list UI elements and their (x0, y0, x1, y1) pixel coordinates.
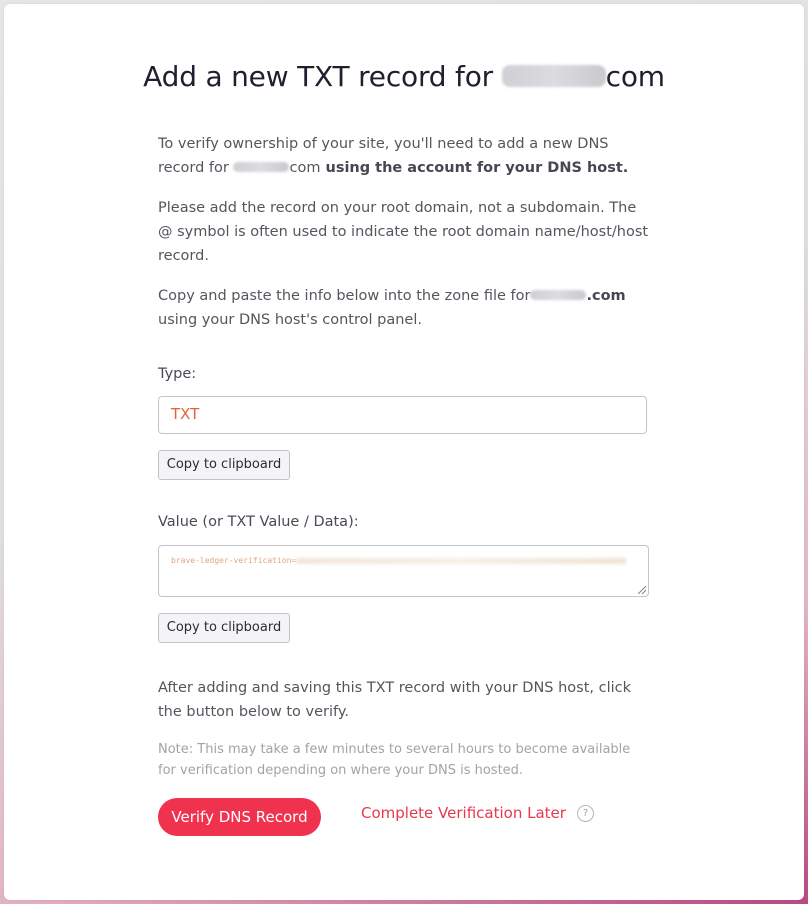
verify-dns-button[interactable]: Verify DNS Record (158, 798, 321, 836)
value-textarea[interactable]: brave-ledger-verification= (158, 545, 649, 597)
domain-suffix: com (289, 160, 321, 176)
domain-suffix: .com (586, 288, 626, 304)
type-field[interactable]: TXT (158, 396, 647, 434)
copy-type-button[interactable]: Copy to clipboard (158, 450, 290, 480)
control-panel-text: using your DNS host's control panel. (158, 312, 422, 328)
redacted-domain (233, 162, 290, 172)
question-circle-icon[interactable]: ? (577, 805, 594, 822)
timing-note: Note: This may take a few minutes to sev… (158, 742, 631, 778)
type-label: Type: (158, 366, 197, 382)
redacted-domain (530, 290, 587, 300)
zone-file-text: Copy and paste the info below into the z… (158, 288, 531, 304)
root-domain-text: Please add the record on your root domai… (158, 200, 649, 264)
copy-value-button[interactable]: Copy to clipboard (158, 613, 290, 643)
intro-bold-text: using the account for your DNS host. (320, 160, 629, 176)
value-label: Value (or TXT Value / Data): (158, 514, 359, 530)
redacted-token (296, 557, 627, 564)
title-suffix: com (605, 60, 665, 93)
redacted-domain (501, 65, 606, 87)
intro-paragraph-1: To verify ownership of your site, you'll… (158, 132, 650, 180)
instructions-text: After adding and saving this TXT record … (158, 680, 632, 720)
complete-later-link[interactable]: Complete Verification Later (361, 804, 566, 822)
intro-paragraph-2: Please add the record on your root domai… (158, 196, 650, 268)
after-adding-text: After adding and saving this TXT record … (158, 676, 650, 724)
page-title: Add a new TXT record for com (0, 60, 808, 93)
value-text: brave-ledger-verification= (171, 556, 297, 565)
resize-handle-icon[interactable] (638, 586, 646, 594)
intro-paragraph-3: Copy and paste the info below into the z… (158, 284, 650, 332)
title-prefix: Add a new TXT record for (143, 60, 502, 93)
